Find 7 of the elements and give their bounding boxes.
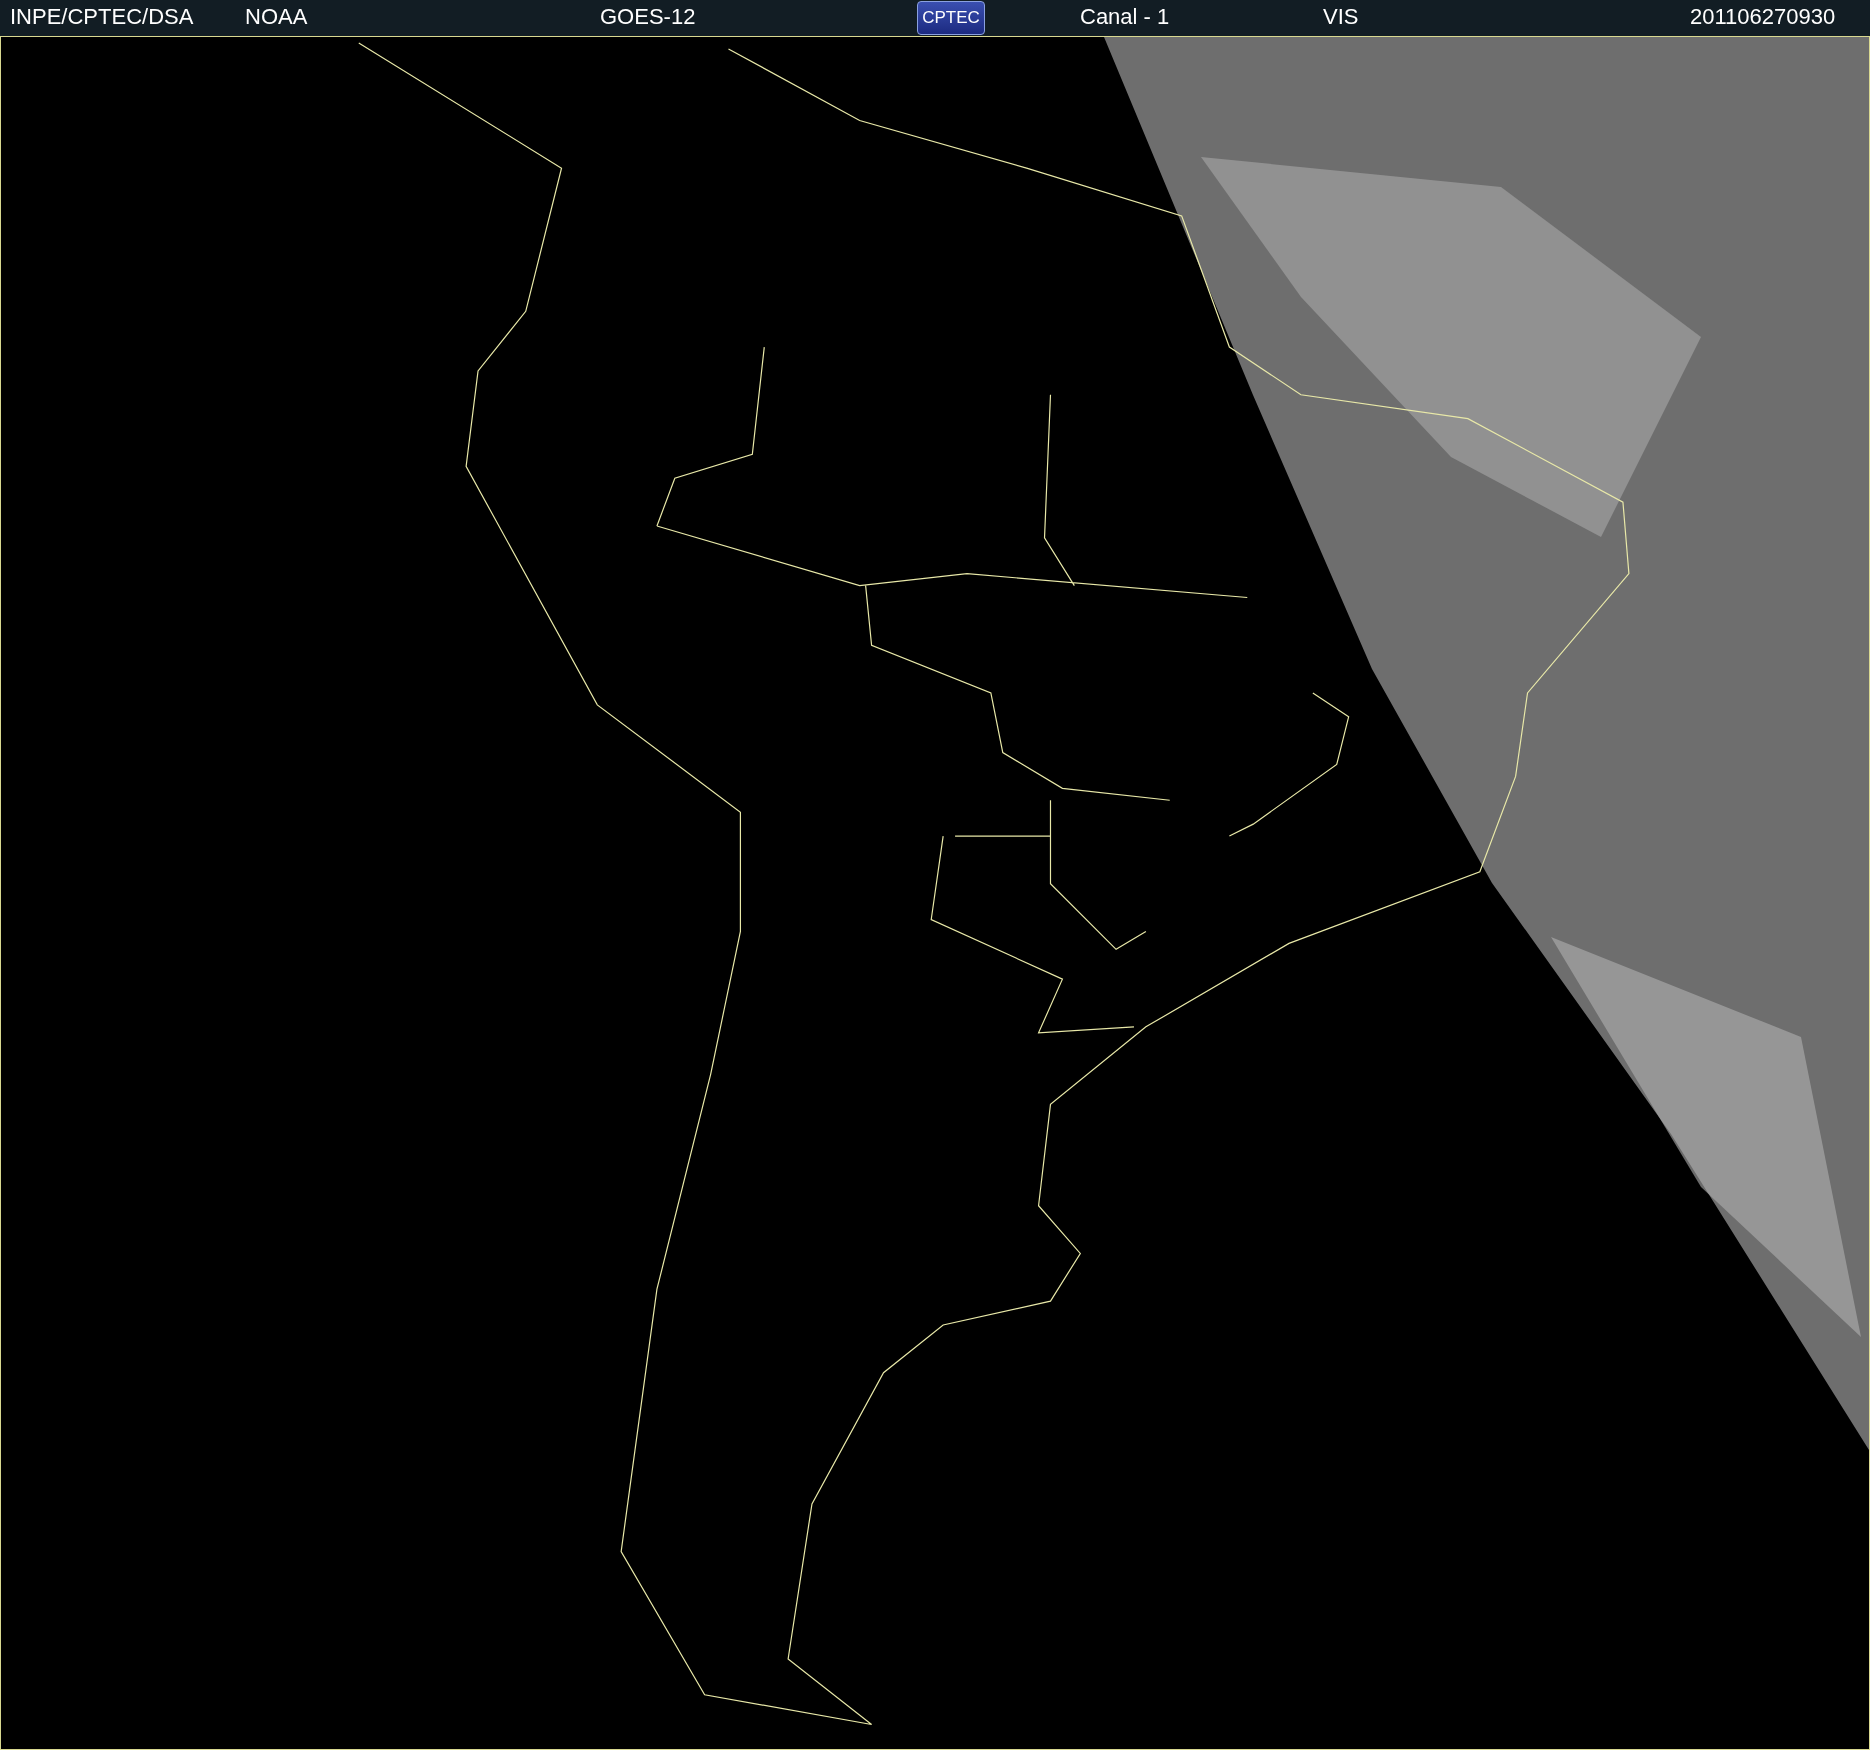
header-label: INPE/CPTEC/DSA — [10, 3, 194, 29]
cptec-logo: CPTEC — [917, 1, 985, 35]
header-label: GOES-12 — [600, 3, 696, 29]
header-label: 201106270930 — [1690, 3, 1836, 29]
header-label: Canal - 1 — [1080, 3, 1170, 29]
header-label: VIS — [1323, 3, 1359, 29]
header-label: NOAA — [245, 3, 308, 29]
